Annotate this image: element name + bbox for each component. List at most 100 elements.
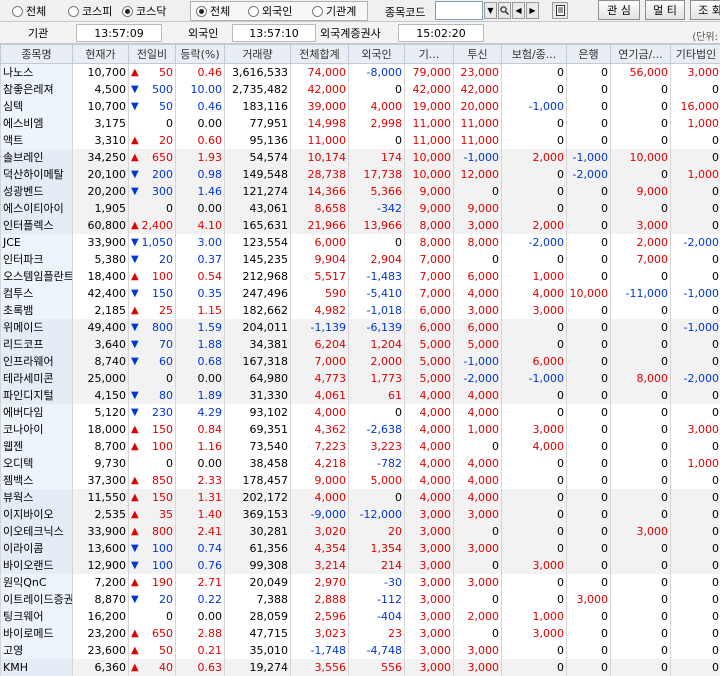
table-row[interactable]: 테라세미콘 25,000 0 0.00 64,980 4,773 1,773 5,000 -2,… bbox=[0, 369, 720, 387]
investor-net-cell: 0 bbox=[610, 420, 671, 438]
volume-cell: 64,980 bbox=[224, 369, 291, 387]
investor-net-cell: 0 bbox=[501, 590, 567, 608]
table-row[interactable]: JCE 33,900 ▼ 1,050 3.00 123,554 6,000 0 8,000 8,0… bbox=[0, 233, 720, 251]
table-row[interactable]: 솔브레인 34,250 ▲ 650 1.93 54,574 10,174 174 10,000-… bbox=[0, 148, 720, 166]
watchlist-button[interactable]: 관 심 bbox=[598, 0, 640, 20]
prev-arrow-icon[interactable]: ◀ bbox=[512, 2, 525, 19]
investor-radio-foreign[interactable]: 외국인 bbox=[248, 3, 292, 19]
column-header[interactable]: 기타법인 bbox=[670, 44, 720, 64]
investor-net-cell: -1,483 bbox=[348, 267, 405, 285]
table-row[interactable]: 이오테크닉스 33,900 ▲ 800 2.41 30,281 3,020 20 3,000 0 0… bbox=[0, 522, 720, 540]
up-arrow-icon: ▲ bbox=[131, 644, 139, 656]
investor-net-cell: 8,000 bbox=[404, 216, 454, 234]
change-pct-cell: 4.29 bbox=[175, 403, 225, 421]
change-value: 35 bbox=[159, 507, 173, 521]
table-row[interactable]: 리드코프 3,640 ▼ 70 1.88 34,381 6,204 1,204 5,000 5,0… bbox=[0, 335, 720, 353]
market-radio-kospi[interactable]: 코스피 bbox=[68, 3, 112, 19]
table-row[interactable]: 고영 23,600 ▲ 50 0.21 35,010 -1,748 -4,748 3,000 3,… bbox=[0, 641, 720, 659]
table-row[interactable]: 파인디지털 4,150 ▼ 80 1.89 31,330 4,061 61 4,000 4,000… bbox=[0, 386, 720, 404]
change-value: 50 bbox=[159, 99, 173, 113]
market-radio-all[interactable]: 전체 bbox=[12, 3, 46, 19]
table-row[interactable]: 인터플렉스 60,800 ▲ 2,400 4.10 165,631 21,966 13,966… bbox=[0, 216, 720, 234]
volume-cell: 165,631 bbox=[224, 216, 291, 234]
table-row[interactable]: 덕산하이메탈 20,100 ▼ 200 0.98 149,548 28,738 17,738 1… bbox=[0, 165, 720, 183]
investor-radio-institution[interactable]: 기관계 bbox=[312, 3, 356, 19]
market-radio-kosdaq[interactable]: 코스닥 bbox=[122, 3, 166, 19]
table-row[interactable]: 에스이티아이 1,905 0 0.00 43,061 8,658 -342 9,000 9,00… bbox=[0, 199, 720, 217]
column-header[interactable]: 거래량 bbox=[224, 44, 291, 64]
investor-net-cell: -5,410 bbox=[348, 284, 405, 302]
stock-name-cell: 에버다임 bbox=[0, 403, 73, 421]
query-button[interactable]: 조 회 bbox=[690, 0, 720, 20]
table-row[interactable]: 참좋은레져 4,500 ▼ 500 10.00 2,735,482 42,000 0 42,00… bbox=[0, 80, 720, 98]
investor-net-cell: 39,000 bbox=[290, 97, 349, 115]
change-value: 80 bbox=[159, 388, 173, 402]
investor-net-cell: 0 bbox=[566, 131, 611, 149]
column-header[interactable]: 전체합계 bbox=[290, 44, 349, 64]
volume-cell: 99,308 bbox=[224, 556, 291, 574]
table-row[interactable]: 성광벤드 20,200 ▼ 300 1.46 121,274 14,366 5,366 9,00… bbox=[0, 182, 720, 200]
investor-net-cell: 5,517 bbox=[290, 267, 349, 285]
column-header[interactable]: 등락(%) bbox=[175, 44, 225, 64]
table-row[interactable]: 코나아이 18,000 ▲ 150 0.84 69,351 4,362 -2,638 4,000… bbox=[0, 420, 720, 438]
column-header[interactable]: 기... bbox=[404, 44, 454, 64]
column-header[interactable]: 현재가 bbox=[72, 44, 129, 64]
table-row[interactable]: 바이로메드 23,200 ▲ 650 2.88 47,715 3,023 23 3,000 0 3,… bbox=[0, 624, 720, 642]
table-row[interactable]: 인터파크 5,380 ▼ 20 0.37 145,235 9,904 2,904 7,000 0 0… bbox=[0, 250, 720, 268]
column-header[interactable]: 은행 bbox=[566, 44, 611, 64]
table-row[interactable]: 심텍 10,700 ▼ 50 0.46 183,116 39,000 4,000 19,000 2… bbox=[0, 97, 720, 115]
change-pct-cell: 0.54 bbox=[175, 267, 225, 285]
radio-label: 코스닥 bbox=[136, 5, 167, 18]
table-row[interactable]: 컴투스 42,400 ▼ 150 0.35 247,496 590 -5,410 7,000 4,… bbox=[0, 284, 720, 302]
table-row[interactable]: 액트 3,310 ▲ 20 0.60 95,136 11,000 0 11,000 11,000 0… bbox=[0, 131, 720, 149]
table-row[interactable]: 위메이드 49,400 ▼ 800 1.59 204,011 -1,139 -6,139 6,0… bbox=[0, 318, 720, 336]
table-row[interactable]: 이트레이드증권 8,870 ▼ 20 0.22 7,388 2,888 -112 3,000 0 0… bbox=[0, 590, 720, 608]
table-row[interactable]: 에버다임 5,120 ▼ 230 4.29 93,102 4,000 0 4,000 4,000 0… bbox=[0, 403, 720, 421]
table-row[interactable]: KMH 6,360 ▲ 40 0.63 19,274 3,556 556 3,000 3,000 0… bbox=[0, 658, 720, 676]
investor-net-cell: 0 bbox=[453, 556, 502, 574]
multi-button[interactable]: 멀 티 bbox=[645, 0, 685, 20]
table-row[interactable]: 에스비엠 3,175 0 0.00 77,951 14,998 2,998 11,000 11,… bbox=[0, 114, 720, 132]
next-arrow-icon[interactable]: ▶ bbox=[526, 2, 539, 19]
table-row[interactable]: 오스템임플란트 18,400 ▲ 100 0.54 212,968 5,517 -1,483 7… bbox=[0, 267, 720, 285]
table-row[interactable]: 원익QnC 7,200 ▲ 190 2.71 20,049 2,970 -30 3,000 3,0… bbox=[0, 573, 720, 591]
radio-indicator bbox=[68, 5, 79, 17]
investor-net-cell: 6,000 bbox=[404, 318, 454, 336]
change-value: 100 bbox=[152, 558, 173, 572]
investor-net-cell: -2,000 bbox=[566, 165, 611, 183]
down-arrow-icon: ▼ bbox=[131, 355, 139, 367]
investor-net-cell: 4,000 bbox=[404, 454, 454, 472]
investor-net-cell: 2,998 bbox=[348, 114, 405, 132]
column-header[interactable]: 전일비 bbox=[128, 44, 176, 64]
search-icon[interactable] bbox=[498, 2, 511, 19]
table-row[interactable]: 초록뱀 2,185 ▲ 25 1.15 182,662 4,982 -1,018 6,000 3,… bbox=[0, 301, 720, 319]
column-header[interactable]: 보험/종... bbox=[501, 44, 567, 64]
investor-net-cell: -112 bbox=[348, 590, 405, 608]
table-row[interactable]: 이라이콤 13,600 ▼ 100 0.74 61,356 4,354 1,354 3,000 3… bbox=[0, 539, 720, 557]
investor-net-cell: 3,000 bbox=[610, 216, 671, 234]
investor-net-cell: 0 bbox=[501, 403, 567, 421]
table-row[interactable]: 팅크웨어 16,200 0 0.00 28,059 2,596 -404 3,000 2,000… bbox=[0, 607, 720, 625]
table-row[interactable]: 나노스 10,700 ▲ 50 0.46 3,616,533 74,000 -8,000 79,… bbox=[0, 63, 720, 81]
table-row[interactable]: 이지바이오 2,535 ▲ 35 1.40 369,153 -9,000 -12,000 3,0… bbox=[0, 505, 720, 523]
dropdown-arrow-icon[interactable]: ▼ bbox=[484, 2, 497, 19]
table-row[interactable]: 바이오랜드 12,900 ▼ 100 0.76 99,308 3,214 214 3,000 0 3… bbox=[0, 556, 720, 574]
investor-radio-all[interactable]: 전체 bbox=[196, 3, 230, 19]
table-row[interactable]: 오디텍 9,730 0 0.00 38,458 4,218 -782 4,000 4,000 0 0… bbox=[0, 454, 720, 472]
table-row[interactable]: 인프라웨어 8,740 ▼ 60 0.68 167,318 7,000 2,000 5,000-… bbox=[0, 352, 720, 370]
table-row[interactable]: 뷰웍스 11,550 ▲ 150 1.31 202,172 4,000 0 4,000 4,000… bbox=[0, 488, 720, 506]
table-row[interactable]: 젬백스 37,300 ▲ 850 2.33 178,457 9,000 5,000 4,000 4… bbox=[0, 471, 720, 489]
column-header[interactable]: 투신 bbox=[453, 44, 502, 64]
column-header[interactable]: 종목명 bbox=[0, 44, 73, 64]
memo-icon[interactable] bbox=[552, 2, 568, 19]
column-header[interactable]: 외국인 bbox=[348, 44, 405, 64]
change-cell: ▲ 800 bbox=[128, 522, 176, 540]
stock-name-cell: 인프라웨어 bbox=[0, 352, 73, 370]
stock-name-cell: 리드코프 bbox=[0, 335, 73, 353]
column-header[interactable]: 연기금/... bbox=[610, 44, 671, 64]
investor-net-cell: 20,000 bbox=[453, 97, 502, 115]
table-row[interactable]: 웹젠 8,700 ▲ 100 1.16 73,540 7,223 3,223 4,000 0 4,0… bbox=[0, 437, 720, 455]
code-input[interactable] bbox=[435, 1, 483, 20]
investor-net-cell: 10,000 bbox=[610, 148, 671, 166]
change-cell: ▲ 190 bbox=[128, 573, 176, 591]
